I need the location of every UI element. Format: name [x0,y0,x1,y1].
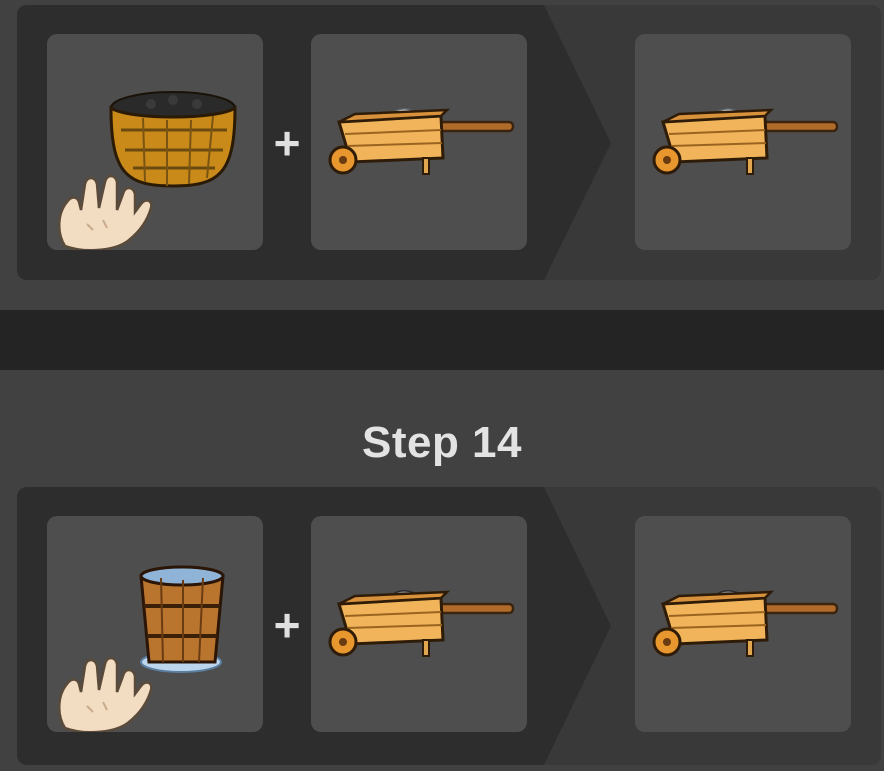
ingredient-slot[interactable] [47,516,263,732]
basket-of-coal-with-hand-icon [57,91,237,250]
result-slot[interactable] [635,516,851,732]
plus-icon: + [273,599,301,651]
step-title: Step 14 [361,418,522,467]
ingredient-slot[interactable] [47,34,263,250]
section-separator [0,310,884,370]
ingredient-slot[interactable] [311,34,527,250]
recipe-step-section: Step 14 + [0,370,884,771]
plus-icon: + [273,117,301,169]
recipe-step-section: + [0,0,884,310]
water-bucket-with-hand-icon [57,565,225,732]
wheelbarrow-with-stones-icon [652,107,839,176]
result-slot[interactable] [635,34,851,250]
wheelbarrow-with-coal-icon [328,589,515,658]
ingredient-slot[interactable] [311,516,527,732]
recipe-panel: + [17,5,881,280]
wheelbarrow-with-stones-icon [328,107,515,176]
wheelbarrow-with-coal-icon [652,589,839,658]
recipe-panel: + [17,487,881,765]
